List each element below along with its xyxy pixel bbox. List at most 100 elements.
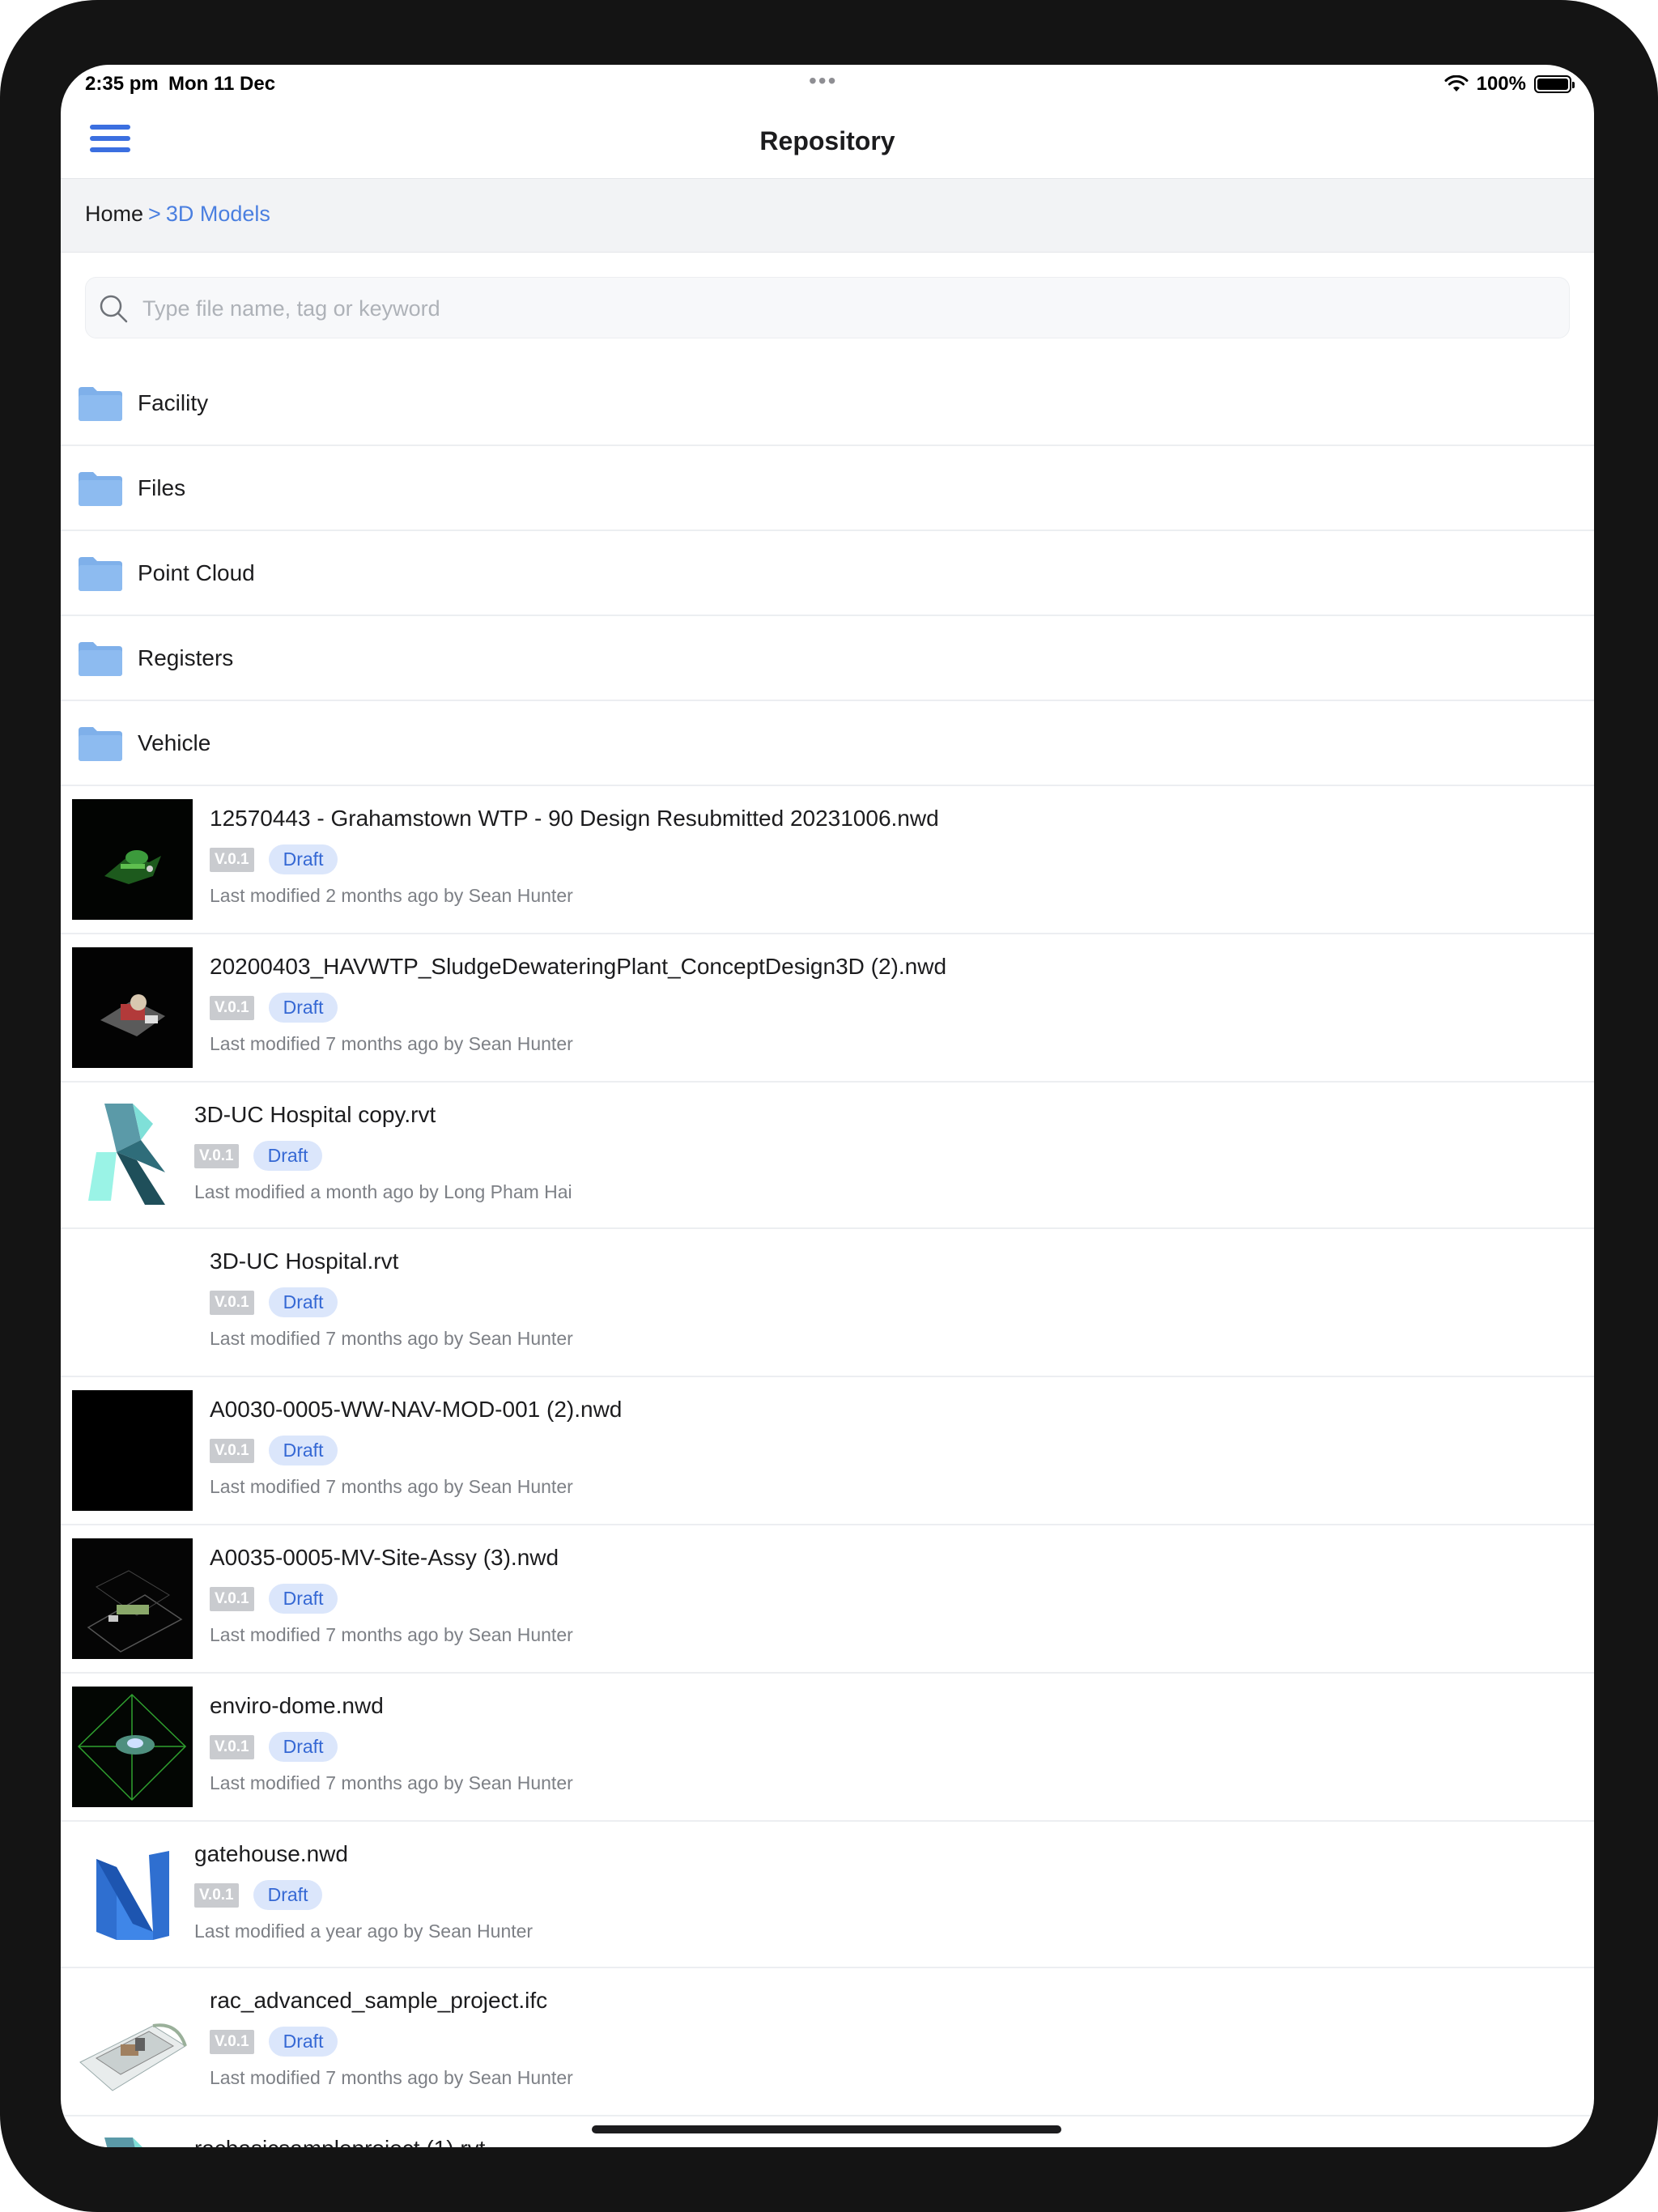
file-meta: Last modified a month ago by Long Pham H… [194,1181,572,1202]
breadcrumb-current: 3D Models [165,202,270,226]
file-name: rac_advanced_sample_project.ifc [210,1988,548,2013]
folder-icon [79,727,122,761]
revit-logo-icon [72,2129,193,2147]
status-time: 2:35 pm [85,73,159,95]
file-name: enviro-dome.nwd [210,1693,384,1718]
file-badges: V.0.1 Draft [210,1287,338,1317]
version-badge: V.0.1 [210,1586,254,1611]
file-item[interactable]: A0035-0005-MV-Site-Assy (3).nwd V.0.1 Dr… [61,1525,1594,1674]
folder-icon [79,387,122,421]
navisworks-logo-icon [72,1835,193,1955]
file-item[interactable]: 3D-UC Hospital.rvt V.0.1 Draft Last modi… [61,1229,1594,1377]
file-name: A0030-0005-WW-NAV-MOD-001 (2).nwd [210,1397,623,1422]
file-badges: V.0.1 Draft [210,2027,338,2057]
status-badge: Draft [268,1436,338,1465]
file-item[interactable]: gatehouse.nwd V.0.1 Draft Last modified … [61,1822,1594,1968]
status-badge: Draft [268,1287,338,1317]
status-date: Mon 11 Dec [168,73,276,95]
file-badges: V.0.1 Draft [210,1584,338,1614]
home-indicator[interactable] [592,2125,1061,2133]
file-thumbnail [72,1242,193,1363]
file-name: A0035-0005-MV-Site-Assy (3).nwd [210,1545,559,1570]
folder-label: Registers [138,645,234,670]
folder-label: Point Cloud [138,560,255,585]
file-item[interactable]: 12570443 - Grahamstown WTP - 90 Design R… [61,786,1594,934]
file-item[interactable]: enviro-dome.nwd V.0.1 Draft Last modifie… [61,1674,1594,1822]
folder-item-point-cloud[interactable]: Point Cloud [61,531,1594,616]
status-badge: Draft [253,1880,323,1910]
version-badge: V.0.1 [210,847,254,872]
file-meta: Last modified a year ago by Sean Hunter [194,1921,534,1942]
version-badge: V.0.1 [210,1290,254,1315]
version-badge: V.0.1 [194,1882,239,1908]
breadcrumb-home-link[interactable]: Home [85,202,143,226]
file-meta: Last modified 7 months ago by Sean Hunte… [210,1772,573,1793]
file-name: 12570443 - Grahamstown WTP - 90 Design R… [210,806,939,831]
status-badge: Draft [268,2027,338,2057]
file-meta: Last modified 7 months ago by Sean Hunte… [210,1328,573,1349]
battery-percentage: 100% [1476,73,1526,95]
file-badges: V.0.1 Draft [194,1141,323,1171]
page-title: Repository [759,126,895,155]
folder-label: Files [138,475,186,500]
nav-header: Repository [61,110,1594,178]
file-badges: V.0.1 Draft [210,844,338,874]
folder-item-files[interactable]: Files [61,446,1594,531]
revit-logo-icon [72,1095,193,1216]
file-name: 3D-UC Hospital copy.rvt [194,1102,436,1127]
status-badge: Draft [253,1141,323,1171]
file-badges: V.0.1 Draft [210,993,338,1023]
folder-item-registers[interactable]: Registers [61,616,1594,701]
folder-icon [79,557,122,591]
app-screen: 2:35 pm Mon 11 Dec ••• 100% Repository H… [61,65,1594,2147]
battery-icon [1534,75,1575,93]
device-frame: 2:35 pm Mon 11 Dec ••• 100% Repository H… [0,0,1658,2212]
file-item[interactable]: 20200403_HAVWTP_SludgeDewateringPlant_Co… [61,934,1594,1083]
folder-icon [79,472,122,506]
file-meta: Last modified 7 months ago by Sean Hunte… [210,2067,573,2088]
status-bar: 2:35 pm Mon 11 Dec ••• 100% [61,65,1594,110]
file-badges: V.0.1 Draft [194,1880,323,1910]
file-meta: Last modified 7 months ago by Sean Hunte… [210,1624,573,1645]
file-thumbnail [72,1687,193,1807]
file-thumbnail [72,1390,193,1511]
file-thumbnail [72,1981,193,2102]
breadcrumb: Home >3D Models [61,178,1594,253]
version-badge: V.0.1 [210,1734,254,1759]
file-badges: V.0.1 Draft [210,1732,338,1762]
file-meta: Last modified 7 months ago by Sean Hunte… [210,1476,573,1497]
status-indicators: 100% [1444,73,1575,96]
file-meta: Last modified 7 months ago by Sean Hunte… [210,1033,573,1054]
file-meta: Last modified 2 months ago by Sean Hunte… [210,885,573,906]
version-badge: V.0.1 [210,995,254,1020]
file-thumbnail [72,799,193,920]
file-item[interactable]: 3D-UC Hospital copy.rvt V.0.1 Draft Last… [61,1083,1594,1229]
wifi-icon [1444,75,1469,91]
file-name: 3D-UC Hospital.rvt [210,1249,399,1274]
status-badge: Draft [268,993,338,1023]
search-icon [100,295,128,323]
file-name: 20200403_HAVWTP_SludgeDewateringPlant_Co… [210,954,947,979]
file-thumbnail [72,947,193,1068]
file-item[interactable]: A0030-0005-WW-NAV-MOD-001 (2).nwd V.0.1 … [61,1377,1594,1525]
breadcrumb-separator: > [148,202,161,226]
search-box[interactable] [85,277,1570,339]
file-name: racbasicsampleproject (1).rvt [194,2136,485,2147]
search-input[interactable] [141,278,1520,339]
file-badges: V.0.1 Draft [210,1436,338,1465]
file-name: gatehouse.nwd [194,1841,348,1866]
folder-label: Vehicle [138,730,211,755]
version-badge: V.0.1 [210,2029,254,2054]
folder-label: Facility [138,390,209,415]
version-badge: V.0.1 [194,1143,239,1168]
multitasking-dots-icon[interactable]: ••• [809,68,837,94]
folder-item-vehicle[interactable]: Vehicle [61,701,1594,786]
status-badge: Draft [268,1584,338,1614]
status-badge: Draft [268,844,338,874]
file-item[interactable]: rac_advanced_sample_project.ifc V.0.1 Dr… [61,1968,1594,2116]
version-badge: V.0.1 [210,1438,254,1463]
status-badge: Draft [268,1732,338,1762]
repository-list: Facility Files Point Cloud Registers Veh… [61,361,1594,2147]
folder-item-facility[interactable]: Facility [61,361,1594,446]
file-thumbnail [72,1538,193,1659]
